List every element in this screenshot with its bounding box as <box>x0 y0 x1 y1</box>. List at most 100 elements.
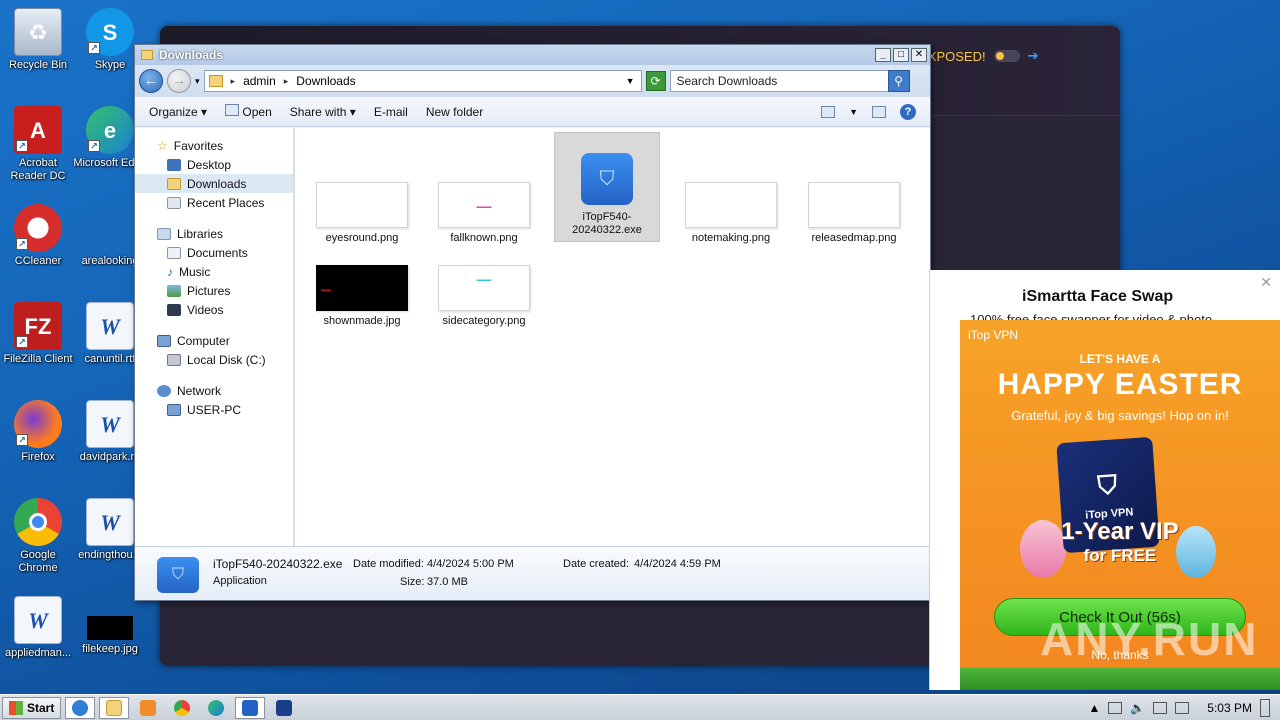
desktop-icon-chrome[interactable]: Google Chrome <box>0 498 76 575</box>
nav-music[interactable]: ♪ Music <box>135 262 293 281</box>
breadcrumb-downloads[interactable]: Downloads <box>296 74 355 88</box>
nav-local-disk[interactable]: Local Disk (C:) <box>135 350 293 369</box>
search-placeholder: Search Downloads <box>676 74 778 88</box>
volume-icon[interactable]: 🔈 <box>1130 701 1145 715</box>
email-button[interactable]: E-mail <box>374 105 408 119</box>
nav-videos[interactable]: Videos <box>135 300 293 319</box>
desktop-icon-filezilla[interactable]: FZ ↗ FileZilla Client <box>0 302 76 366</box>
nav-pictures[interactable]: Pictures <box>135 281 293 300</box>
nav-recent-places[interactable]: Recent Places <box>135 193 293 212</box>
search-icon[interactable]: ⚲ <box>887 70 910 92</box>
documents-icon <box>167 246 181 259</box>
taskbar-app[interactable] <box>269 697 299 719</box>
word-document-icon: W <box>86 302 134 350</box>
explorer-titlebar[interactable]: Downloads _ □ ✕ <box>135 45 930 65</box>
close-icon[interactable]: ✕ <box>1260 274 1272 291</box>
desktop-icon <box>167 158 181 171</box>
address-bar[interactable]: ▸ admin ▸ Downloads ▼ <box>203 70 642 92</box>
show-desktop-button[interactable] <box>1260 698 1270 717</box>
desktop-icon-label: appliedman... <box>4 647 72 659</box>
nav-user-pc[interactable]: USER-PC <box>135 400 293 419</box>
forward-button[interactable]: → <box>167 69 191 93</box>
maximize-button[interactable]: □ <box>893 48 909 62</box>
minimize-button[interactable]: _ <box>875 48 891 62</box>
help-icon[interactable]: ? <box>900 103 916 120</box>
desktop-icon-firefox[interactable]: ↗ Firefox <box>0 400 76 464</box>
nav-downloads[interactable]: Downloads <box>135 174 293 193</box>
folder-icon <box>106 699 123 716</box>
back-button[interactable]: ← <box>139 69 163 93</box>
nav-desktop[interactable]: Desktop <box>135 155 293 174</box>
folder-icon <box>208 75 223 87</box>
ccleaner-icon: ↗ <box>14 204 62 252</box>
network-icon[interactable] <box>1153 701 1168 714</box>
taskbar-ie[interactable] <box>65 696 96 719</box>
taskbar-chrome[interactable] <box>167 697 197 719</box>
navigation-pane: ☆ Favorites Desktop Downloads Recent Plac… <box>135 128 295 546</box>
refresh-button[interactable]: ⟳ <box>645 71 666 91</box>
taskbar-explorer[interactable] <box>99 696 130 719</box>
taskbar: Start ▲ 🔈 5:03 PM <box>0 694 1280 720</box>
preview-pane-icon[interactable] <box>872 105 886 118</box>
media-player-icon <box>140 699 157 716</box>
arrow-right-icon[interactable]: ➔ <box>1028 48 1039 64</box>
protection-toggle[interactable] <box>993 50 1020 62</box>
desktop-icon-recycle-bin[interactable]: ♻ Recycle Bin <box>0 8 76 72</box>
file-item[interactable]: notemaking.png <box>678 182 784 245</box>
command-bar: Organize ▾ Open Share with ▾ E-mail New … <box>135 97 930 127</box>
show-hidden-icons-icon[interactable]: ▲ <box>1088 701 1100 715</box>
file-item-selected[interactable]: ⛉ iTopF540-20240322.exe <box>554 132 660 242</box>
new-folder-button[interactable]: New folder <box>426 105 483 119</box>
folder-icon <box>141 50 153 60</box>
share-with-button[interactable]: Share with ▾ <box>290 105 356 119</box>
word-document-icon: W <box>86 498 134 546</box>
nav-libraries[interactable]: Libraries <box>135 224 293 243</box>
itop-shield-icon: ⛉ <box>1096 469 1119 501</box>
address-dropdown-icon[interactable]: ▼ <box>626 76 635 86</box>
clock[interactable]: 5:03 PM <box>1207 701 1252 715</box>
taskbar-media-player[interactable] <box>133 697 163 719</box>
app-icon <box>276 699 293 716</box>
desktop-icon-appliedman[interactable]: W appliedman... <box>0 596 76 660</box>
file-name: iTopF540-20240322.exe <box>572 211 642 236</box>
system-tray: ▲ 🔈 5:03 PM <box>1088 698 1280 717</box>
start-button[interactable]: Start <box>2 696 62 719</box>
edge-icon: e ↗ <box>86 106 134 154</box>
file-item[interactable]: ▬▬ shownmade.jpg <box>309 265 415 328</box>
desktop-icon-ccleaner[interactable]: ↗ CCleaner <box>0 204 76 268</box>
image-thumbnail <box>808 182 900 228</box>
desktop-icon-filekeep[interactable]: filekeep.jpg <box>72 596 148 656</box>
file-item[interactable]: ▬▬▬ fallknown.png <box>431 182 537 245</box>
image-thumbnail: ▬▬▬ <box>438 182 530 228</box>
file-item[interactable]: eyesround.png <box>309 182 415 245</box>
nav-favorites[interactable]: ☆ Favorites <box>135 136 293 155</box>
taskbar-edge[interactable] <box>201 697 231 719</box>
desktop-icon-acrobat[interactable]: A ↗ Acrobat Reader DC <box>0 106 76 183</box>
desktop-icon-label: FileZilla Client <box>3 353 73 365</box>
skype-icon: S ↗ <box>86 8 134 56</box>
breadcrumb-admin[interactable]: admin <box>243 74 276 88</box>
organize-button[interactable]: Organize ▾ <box>149 105 207 119</box>
monitor-icon[interactable] <box>1175 701 1190 714</box>
desktop-icon-label: Acrobat Reader DC <box>10 157 66 182</box>
breadcrumb-separator-icon[interactable]: ▸ <box>284 76 289 87</box>
close-button[interactable]: ✕ <box>911 48 927 62</box>
recent-pages-dropdown-icon[interactable]: ▾ <box>195 76 200 87</box>
view-dropdown-icon[interactable]: ▼ <box>849 107 858 117</box>
search-input[interactable]: Search Downloads ⚲ <box>669 70 910 92</box>
change-view-icon[interactable] <box>821 105 836 118</box>
file-icon <box>86 204 134 252</box>
breadcrumb-separator-icon[interactable]: ▸ <box>231 76 236 87</box>
desktop-icon-label: Recycle Bin <box>8 59 68 71</box>
file-item[interactable]: releasedmap.png <box>801 182 907 245</box>
open-button[interactable]: Open <box>225 104 272 119</box>
nav-computer[interactable]: Computer <box>135 331 293 350</box>
action-center-icon[interactable] <box>1108 701 1123 714</box>
nav-network[interactable]: Network <box>135 381 293 400</box>
acrobat-icon: A ↗ <box>14 106 62 154</box>
downloads-folder-icon <box>167 177 181 190</box>
nav-documents[interactable]: Documents <box>135 243 293 262</box>
details-modified-label: Date modified: <box>353 558 424 570</box>
taskbar-itop-vpn[interactable] <box>235 696 266 719</box>
file-item[interactable]: ▬▬▬ sidecategory.png <box>431 265 537 328</box>
